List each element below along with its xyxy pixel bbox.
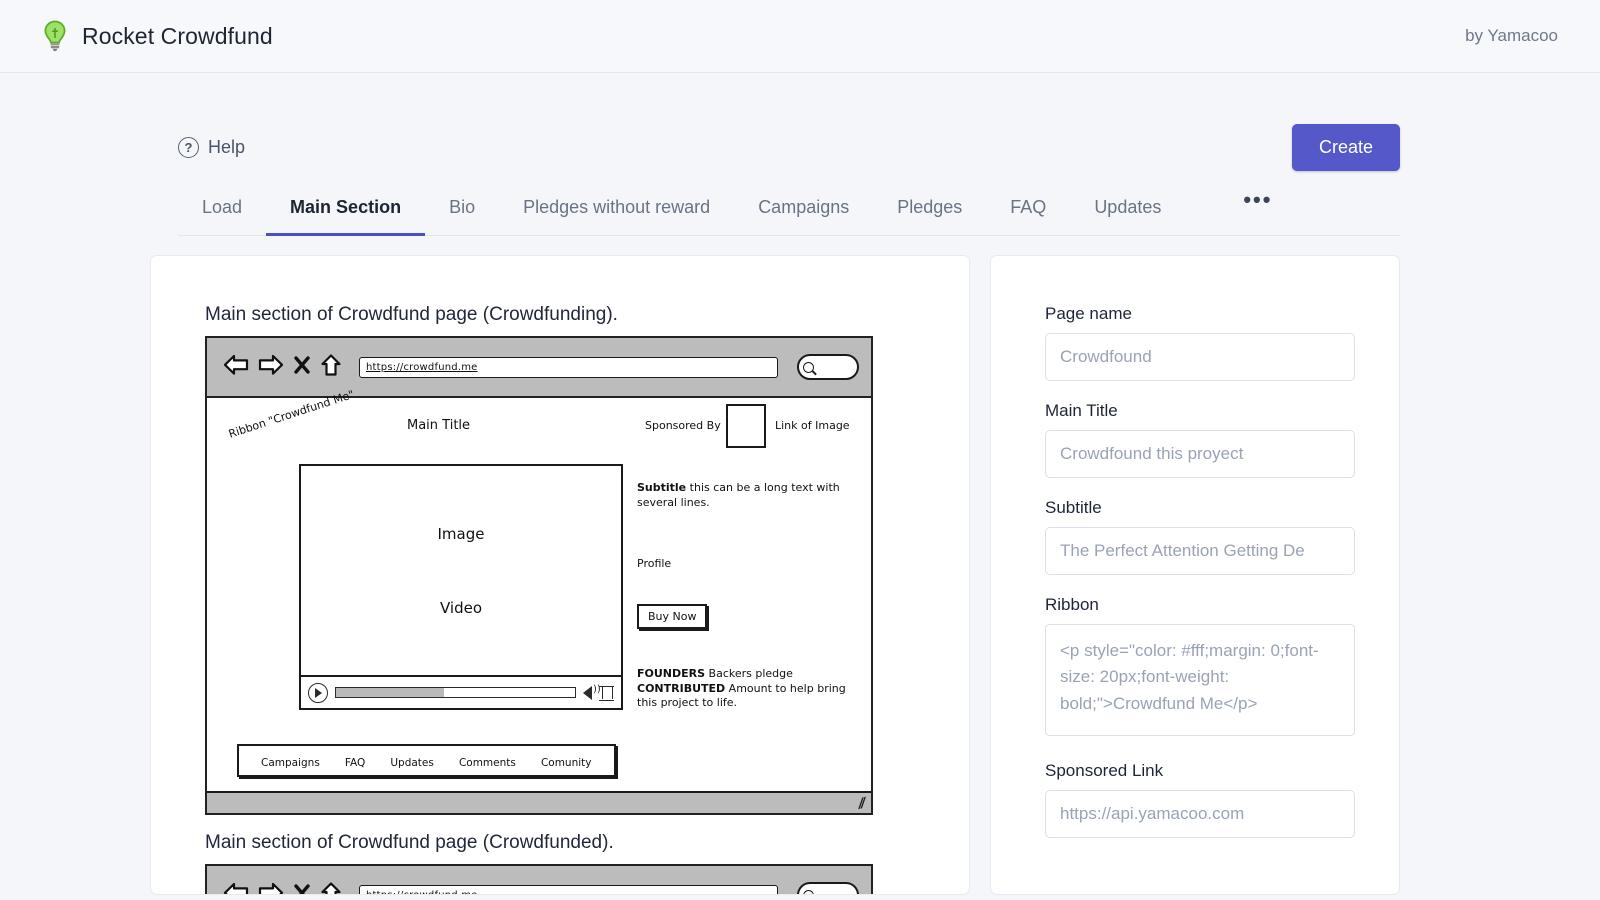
wireframe-founders-t1: Backers pledge — [705, 667, 793, 680]
play-icon[interactable] — [308, 683, 328, 703]
content-area: Main section of Crowdfund page (Crowdfun… — [150, 255, 1400, 895]
wireframe-founders-b2: CONTRIBUTED — [637, 682, 725, 695]
wireframe-url-bar[interactable]: https://crowdfund.me — [359, 357, 778, 378]
app-title: Rocket Crowdfund — [82, 23, 273, 50]
app-header: Rocket Crowdfund by Yamacoo — [0, 0, 1600, 73]
label-sponsored-link: Sponsored Link — [1045, 761, 1399, 781]
field-ribbon: Ribbon — [1045, 595, 1399, 741]
wireframe-footer-item[interactable]: FAQ — [345, 757, 365, 769]
tab-main-section[interactable]: Main Section — [266, 197, 425, 235]
magnifier-icon — [803, 362, 814, 373]
tab-campaigns[interactable]: Campaigns — [734, 197, 873, 235]
wireframe-text-column: Subtitle this can be a long text with se… — [637, 464, 869, 722]
wireframe-search-field-2[interactable] — [797, 882, 859, 895]
wireframe-buy-now-button[interactable]: Buy Now — [637, 604, 707, 629]
tab-bar: Load Main Section Bio Pledges without re… — [178, 178, 1400, 236]
tab-faq[interactable]: FAQ — [986, 197, 1070, 235]
arrow-left-icon[interactable] — [223, 353, 249, 381]
wireframe-browser-chrome: https://crowdfund.me — [207, 338, 871, 398]
label-main-title: Main Title — [1045, 401, 1399, 421]
wireframe-crowdfunded: https://crowdfund.me — [205, 864, 873, 895]
speaker-icon[interactable] — [583, 686, 592, 700]
help-button[interactable]: ? Help — [178, 137, 245, 158]
main-title-input[interactable] — [1045, 430, 1355, 478]
wireframe-crowdfunding: https://crowdfund.me Ribbon "Crowdfund M… — [205, 336, 873, 815]
preview-panel: Main section of Crowdfund page (Crowdfun… — [150, 255, 970, 895]
wireframe-url-bar-2[interactable]: https://crowdfund.me — [359, 885, 778, 895]
tab-pledges[interactable]: Pledges — [873, 197, 986, 235]
resize-handle-icon[interactable]: ⁄⁄ — [859, 797, 866, 812]
close-x-icon[interactable] — [293, 882, 311, 895]
wireframe-player-bar — [299, 677, 623, 710]
close-x-icon[interactable] — [293, 354, 311, 380]
wireframe-browser-chrome-2: https://crowdfund.me — [207, 866, 871, 895]
create-button[interactable]: Create — [1292, 124, 1400, 171]
wireframe-footer-item[interactable]: Comments — [459, 757, 516, 769]
wireframe-media-box: Image Video — [299, 464, 623, 677]
arrow-right-icon[interactable] — [258, 353, 284, 381]
wireframe-search-field[interactable] — [797, 354, 859, 380]
home-icon[interactable] — [320, 353, 342, 381]
tab-pledges-without-reward[interactable]: Pledges without reward — [499, 197, 734, 235]
wireframe-sponsor-image-box — [726, 404, 766, 448]
field-main-title: Main Title — [1045, 401, 1399, 478]
home-icon[interactable] — [320, 881, 342, 895]
settings-panel: Page name Main Title Subtitle Ribbon Spo… — [990, 255, 1400, 895]
wireframe-footer-item[interactable]: Campaigns — [261, 757, 320, 769]
help-label: Help — [208, 137, 245, 158]
toolbar: ? Help Create — [0, 73, 1600, 178]
field-subtitle: Subtitle — [1045, 498, 1399, 575]
wireframe-video-label: Video — [440, 599, 482, 617]
wireframe-footer-item[interactable]: Comunity — [541, 757, 592, 769]
wireframe-status-bar: ⁄⁄ — [207, 791, 871, 813]
ribbon-input[interactable] — [1045, 624, 1355, 736]
subtitle-input[interactable] — [1045, 527, 1355, 575]
field-sponsored-link: Sponsored Link — [1045, 761, 1399, 838]
arrow-right-icon[interactable] — [258, 881, 284, 895]
tab-overflow-menu[interactable]: ••• — [1219, 187, 1296, 235]
fullscreen-icon[interactable] — [599, 686, 614, 699]
wireframe-founders-b1: FOUNDERS — [637, 667, 705, 680]
wireframe-profile-label: Profile — [637, 557, 869, 570]
tab-bio[interactable]: Bio — [425, 197, 499, 235]
sponsored-link-input[interactable] — [1045, 790, 1355, 838]
label-page-name: Page name — [1045, 304, 1399, 324]
wireframe-subtitle-bold: Subtitle — [637, 481, 686, 494]
wireframe-footer-nav: Campaigns FAQ Updates Comments Comunity — [237, 744, 616, 777]
page-body: ? Help Create Load Main Section Bio Pled… — [0, 73, 1600, 900]
wireframe-sponsored-by-label: Sponsored By — [645, 419, 721, 432]
wireframe-founders-line: FOUNDERS Backers pledge CONTRIBUTED Amou… — [637, 667, 869, 712]
page-name-input[interactable] — [1045, 333, 1355, 381]
preview-caption-crowdfunding: Main section of Crowdfund page (Crowdfun… — [205, 304, 969, 326]
brand: Rocket Crowdfund — [42, 19, 273, 53]
label-ribbon: Ribbon — [1045, 595, 1399, 615]
byline: by Yamacoo — [1465, 26, 1558, 46]
wireframe-main-row: Image Video S — [207, 464, 871, 722]
wireframe-image-label: Image — [438, 525, 485, 543]
tab-load[interactable]: Load — [178, 197, 266, 235]
wireframe-main-title-label: Main Title — [407, 418, 470, 433]
tab-updates[interactable]: Updates — [1070, 197, 1185, 235]
question-circle-icon: ? — [178, 137, 199, 158]
lightbulb-icon — [42, 19, 68, 53]
wireframe-page-body: Ribbon "Crowdfund Me" Main Title Sponsor… — [207, 398, 871, 813]
wireframe-subtitle-line: Subtitle this can be a long text with se… — [637, 481, 869, 511]
magnifier-icon — [803, 890, 814, 895]
wireframe-footer-item[interactable]: Updates — [390, 757, 434, 769]
preview-caption-crowdfunded: Main section of Crowdfund page (Crowdfun… — [205, 832, 969, 854]
field-page-name: Page name — [1045, 304, 1399, 381]
wireframe-header-row: Ribbon "Crowdfund Me" Main Title Sponsor… — [207, 398, 871, 464]
wireframe-link-of-image-label: Link of Image — [775, 419, 850, 432]
label-subtitle: Subtitle — [1045, 498, 1399, 518]
arrow-left-icon[interactable] — [223, 881, 249, 895]
wireframe-progress-slider[interactable] — [335, 687, 576, 698]
wireframe-media-column: Image Video — [299, 464, 623, 722]
